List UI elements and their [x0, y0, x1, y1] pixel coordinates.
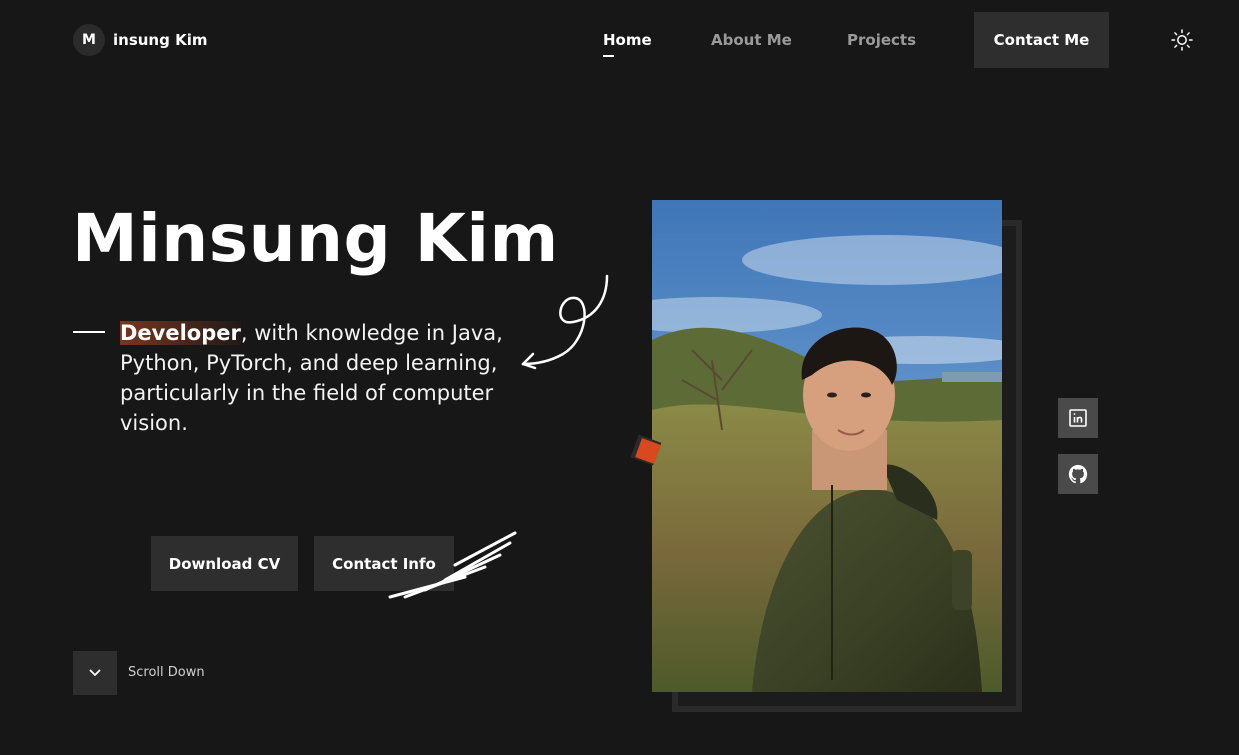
profile-photo — [652, 200, 1002, 692]
tagline-dash — [73, 331, 105, 333]
logo-badge: M — [73, 24, 105, 56]
page: M insung Kim Home About Me Projects Cont… — [0, 0, 1239, 755]
contact-me-button[interactable]: Contact Me — [974, 12, 1109, 68]
nav-projects[interactable]: Projects — [847, 31, 916, 49]
hero-tagline: Developer, with knowledge in Java, Pytho… — [120, 318, 520, 438]
github-link[interactable] — [1058, 454, 1098, 494]
role-highlight: Developer — [120, 321, 241, 345]
hero-title: Minsung Kim — [72, 200, 559, 277]
sun-icon[interactable] — [1170, 28, 1194, 52]
contact-info-button[interactable]: Contact Info — [314, 536, 454, 591]
linkedin-icon — [1069, 409, 1087, 427]
curl-arrow-decoration — [521, 274, 609, 370]
download-cv-button[interactable]: Download CV — [151, 536, 298, 591]
nav-about-me[interactable]: About Me — [711, 31, 792, 49]
nav-active-indicator — [603, 55, 614, 57]
logo[interactable]: M insung Kim — [73, 24, 207, 56]
github-icon — [1068, 464, 1088, 484]
logo-name: insung Kim — [113, 31, 208, 49]
chevron-down-icon — [89, 669, 101, 676]
scroll-down-label: Scroll Down — [128, 665, 205, 680]
nav-home[interactable]: Home — [603, 31, 652, 49]
diamond-decoration — [630, 434, 662, 466]
linkedin-link[interactable] — [1058, 398, 1098, 438]
scroll-down-button[interactable] — [73, 651, 117, 695]
